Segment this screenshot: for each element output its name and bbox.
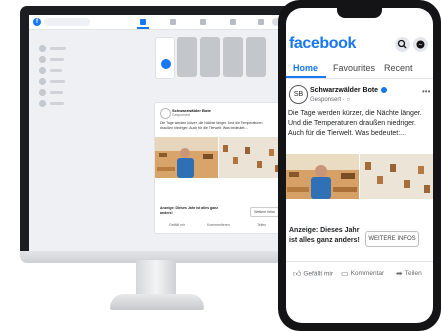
phone-screen: facebook Home Favourites Recent SB Schwa… — [286, 8, 433, 323]
desktop-screen: f Schwarzwälder Bote Gesponsert Die Tage… — [29, 15, 283, 251]
phone-notch — [337, 8, 382, 18]
desktop-monitor: f Schwarzwälder Bote Gesponsert Die Tage… — [20, 6, 292, 260]
post-image-right[interactable] — [219, 137, 282, 178]
post-image-left[interactable] — [155, 137, 218, 178]
post-ad-headline: Anzeige: Dieses Jahr ist alles ganz ande… — [289, 227, 360, 244]
watch-icon[interactable] — [170, 19, 176, 25]
story-card[interactable] — [200, 37, 220, 77]
post-options-icon[interactable]: ••• — [422, 87, 430, 96]
facebook-logo-icon[interactable]: f — [33, 18, 41, 26]
sidebar-item-label — [50, 58, 64, 61]
groups-icon[interactable] — [230, 19, 236, 25]
comment-label: Kommentar — [350, 270, 385, 278]
marketplace-icon[interactable] — [200, 19, 206, 25]
more-info-button[interactable]: WEITERE INFOS — [365, 231, 419, 247]
story-card[interactable] — [246, 37, 266, 77]
desktop-topbar: f — [29, 15, 283, 30]
post-page-name-row[interactable]: Schwarzwälder Bote — [310, 87, 388, 94]
create-story-avatar — [160, 58, 172, 70]
sidebar-item-label — [50, 91, 63, 94]
like-button[interactable]: 👍︎ Gefällt mir — [293, 269, 333, 279]
share-label: Teilen — [404, 270, 422, 278]
like-button[interactable]: Gefällt mir — [169, 223, 185, 227]
more-info-button[interactable]: Weitere Infos — [250, 207, 279, 217]
post-page-name[interactable]: Schwarzwälder Bote — [310, 87, 378, 94]
page-avatar[interactable]: SB — [289, 85, 308, 104]
search-icon[interactable] — [395, 37, 410, 52]
facebook-wordmark[interactable]: facebook — [289, 35, 356, 53]
verified-badge-icon — [381, 87, 388, 94]
comment-button[interactable]: ▭ Kommentar — [341, 269, 384, 278]
sidebar-item-label — [50, 80, 65, 83]
post-sponsored-label: Gesponsert · — [310, 97, 347, 103]
tab-home[interactable]: Home — [293, 63, 318, 73]
post-sponsored-label: Gesponsert — [172, 113, 191, 117]
post-sponsored-row: Gesponsert · ○ — [310, 97, 350, 103]
desktop-sponsored-post: Schwarzwälder Bote Gesponsert Die Tage w… — [154, 102, 283, 234]
globe-icon: ○ — [346, 97, 350, 103]
comment-button[interactable]: Kommentieren — [207, 223, 230, 227]
smartphone: facebook Home Favourites Recent SB Schwa… — [278, 0, 441, 331]
sidebar-item-label — [50, 69, 62, 72]
comment-icon: ▭ — [341, 269, 349, 278]
story-card[interactable] — [177, 37, 197, 77]
home-tab-indicator — [137, 27, 149, 29]
monitor-stand-neck — [136, 260, 176, 296]
post-text: Die Tage werden kürzer, die Nächte länge… — [288, 110, 422, 137]
post-text: Die Tage werden kürzer, die Nächte länge… — [160, 121, 263, 130]
desktop-search-input[interactable] — [44, 18, 90, 26]
sidebar-item-icon — [39, 100, 46, 107]
post-image-left[interactable] — [286, 154, 359, 199]
tab-recent[interactable]: Recent — [384, 63, 413, 73]
sidebar-item-icon — [39, 45, 46, 52]
share-icon: ➦ — [396, 269, 403, 278]
share-button[interactable]: ➦ Teilen — [396, 269, 422, 278]
monitor-stand-base — [110, 294, 204, 310]
sidebar-item-icon — [39, 67, 46, 74]
page-avatar[interactable] — [160, 108, 171, 119]
create-story-card[interactable] — [155, 37, 175, 79]
tabs-divider — [286, 78, 433, 79]
like-label: Gefällt mir — [303, 270, 333, 278]
tab-favourites[interactable]: Favourites — [333, 63, 375, 73]
post-image-right[interactable] — [360, 154, 433, 199]
sidebar-item-icon — [39, 78, 46, 85]
post-ad-headline: Anzeige: Dieses Jahr ist alles ganz ande… — [160, 206, 218, 215]
sidebar-item-icon — [39, 56, 46, 63]
sidebar-item-label — [50, 102, 64, 105]
home-icon[interactable] — [140, 19, 146, 25]
gaming-icon[interactable] — [258, 19, 264, 25]
actions-divider — [286, 261, 433, 262]
story-card[interactable] — [223, 37, 243, 77]
thumbs-up-icon: 👍︎ — [293, 269, 302, 278]
messenger-icon[interactable] — [413, 37, 428, 52]
sidebar-item-label — [50, 47, 66, 50]
sidebar-item-icon — [39, 89, 46, 96]
share-button[interactable]: Teilen — [257, 223, 266, 227]
